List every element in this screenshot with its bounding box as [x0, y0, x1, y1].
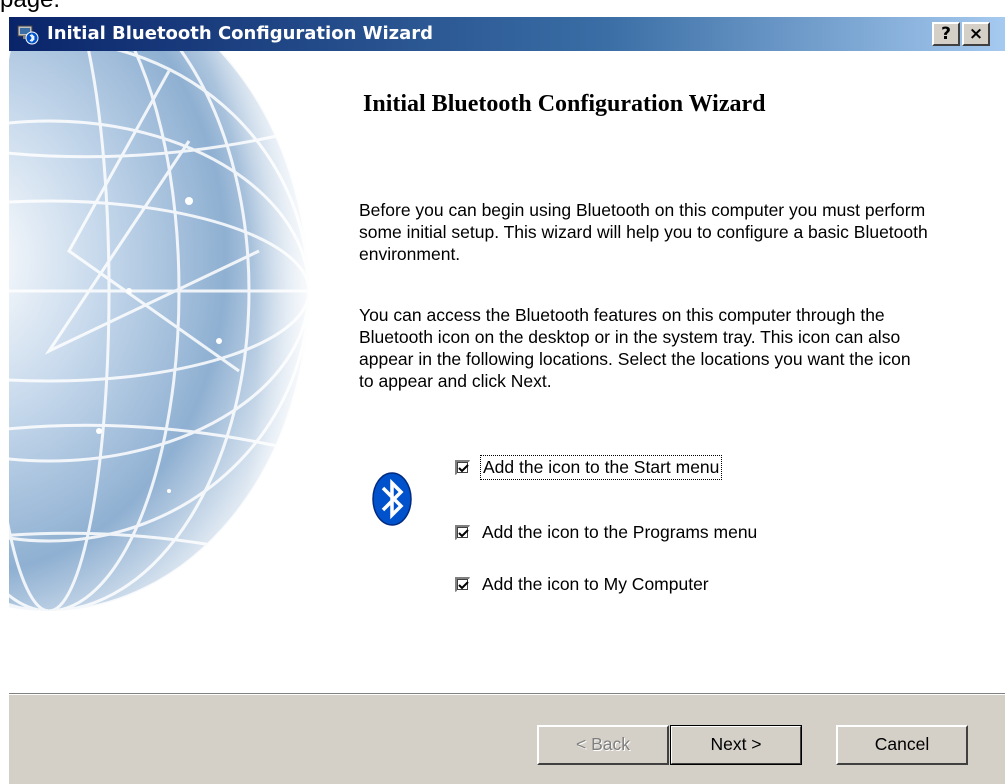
my-computer-checkbox[interactable] — [455, 576, 470, 592]
window-title: Initial Bluetooth Configuration Wizard — [47, 23, 434, 44]
my-computer-option[interactable]: Add the icon to My Computer — [455, 570, 711, 598]
title-bar[interactable]: Initial Bluetooth Configuration Wizard ?… — [9, 17, 1005, 51]
page-fragment: page. — [0, 0, 60, 14]
footer-divider — [9, 693, 1005, 695]
locations-paragraph: You can access the Bluetooth features on… — [359, 305, 911, 391]
wizard-window: Initial Bluetooth Configuration Wizard ?… — [8, 16, 1005, 784]
globe-illustration — [9, 51, 329, 693]
start-menu-checkbox[interactable] — [455, 459, 470, 475]
bluetooth-icon — [372, 472, 412, 526]
start-menu-option[interactable]: Add the icon to the Start menu — [455, 453, 723, 481]
programs-menu-option[interactable]: Add the icon to the Programs menu — [455, 518, 759, 546]
programs-menu-checkbox[interactable] — [455, 524, 470, 540]
checkmark-icon — [458, 463, 469, 472]
close-button[interactable]: × — [962, 22, 990, 46]
cancel-button[interactable]: Cancel — [836, 725, 968, 765]
my-computer-label[interactable]: Add the icon to My Computer — [480, 573, 711, 596]
help-button[interactable]: ? — [932, 22, 960, 46]
bluetooth-app-icon — [17, 23, 39, 45]
intro-paragraph: Before you can begin using Bluetooth on … — [359, 200, 928, 264]
next-button[interactable]: Next > — [670, 725, 802, 765]
start-menu-label[interactable]: Add the icon to the Start menu — [480, 454, 723, 480]
wizard-content: Initial Bluetooth Configuration Wizard B… — [9, 51, 1005, 693]
wizard-heading: Initial Bluetooth Configuration Wizard — [363, 91, 766, 117]
back-button[interactable]: < Back — [537, 725, 669, 765]
programs-menu-label[interactable]: Add the icon to the Programs menu — [480, 521, 759, 544]
checkmark-icon — [458, 580, 469, 589]
checkmark-icon — [458, 528, 469, 537]
